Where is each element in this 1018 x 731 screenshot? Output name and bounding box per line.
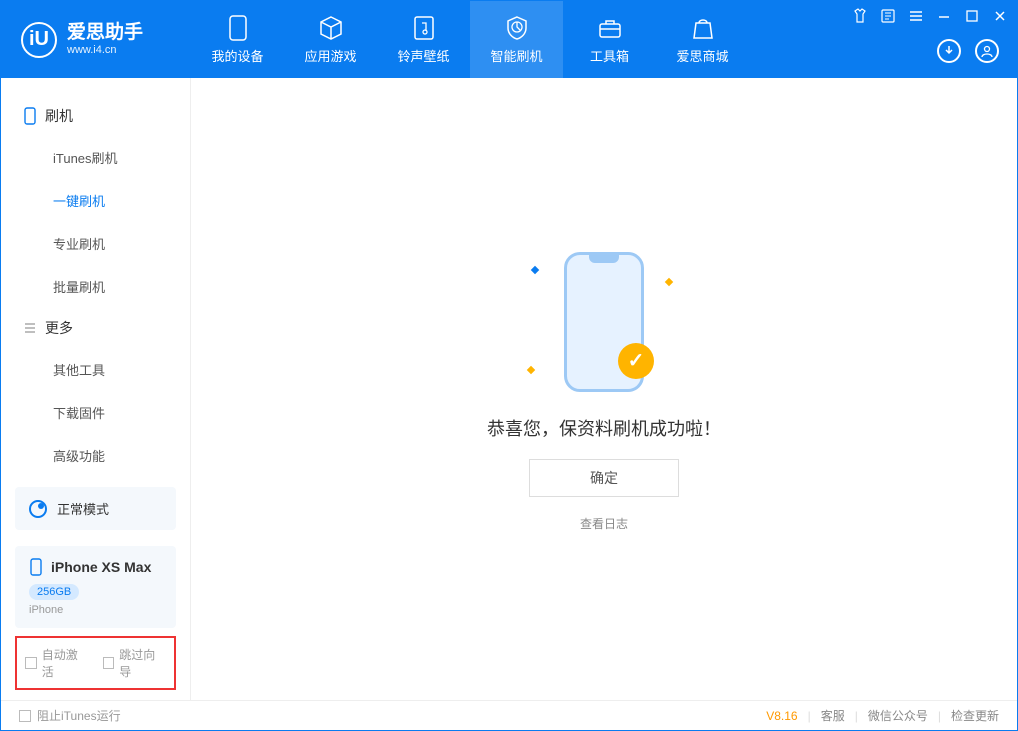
footer-right: V8.16 | 客服 | 微信公众号 | 检查更新	[766, 707, 999, 724]
download-icon[interactable]	[937, 39, 961, 63]
minimize-button[interactable]	[935, 7, 953, 25]
header: iU 爱思助手 www.i4.cn 我的设备 应用游戏 铃声壁纸 智能刷机	[1, 1, 1017, 78]
bottom-options-highlight: 自动激活 跳过向导	[15, 636, 176, 690]
group-label: 刷机	[45, 106, 73, 126]
sidebar-item-itunes-flash[interactable]: iTunes刷机	[1, 136, 190, 179]
maximize-button[interactable]	[963, 7, 981, 25]
checkbox-label: 跳过向导	[119, 646, 166, 680]
checkbox-label: 阻止iTunes运行	[37, 707, 121, 724]
sidebar-item-onekey-flash[interactable]: 一键刷机	[1, 179, 190, 222]
toolbox-icon	[596, 14, 624, 42]
list-icon	[23, 321, 37, 335]
tab-label: 工具箱	[590, 46, 629, 65]
success-text: 恭喜您，保资料刷机成功啦！	[487, 415, 721, 441]
check-badge-icon: ✓	[618, 343, 654, 379]
tab-store[interactable]: 爱思商城	[656, 1, 749, 78]
app-url: www.i4.cn	[67, 44, 143, 56]
music-icon	[410, 14, 438, 42]
separator: |	[855, 709, 858, 723]
app-title: 爱思助手	[67, 23, 143, 44]
checkbox-block-itunes[interactable]: 阻止iTunes运行	[19, 707, 121, 724]
main-content: ✓ 恭喜您，保资料刷机成功啦！ 确定 查看日志	[191, 78, 1017, 700]
close-button[interactable]	[991, 7, 1009, 25]
device-card[interactable]: iPhone XS Max 256GB iPhone	[15, 546, 176, 628]
version-label: V8.16	[766, 709, 797, 723]
app-window: iU 爱思助手 www.i4.cn 我的设备 应用游戏 铃声壁纸 智能刷机	[0, 0, 1018, 731]
checkbox-auto-activate[interactable]: 自动激活	[25, 646, 89, 680]
device-type: iPhone	[29, 604, 162, 616]
menu-icon[interactable]	[907, 7, 925, 25]
header-right-icons	[937, 39, 999, 63]
device-phone-icon	[29, 558, 43, 576]
footer: 阻止iTunes运行 V8.16 | 客服 | 微信公众号 | 检查更新	[1, 700, 1017, 730]
shield-icon	[503, 14, 531, 42]
group-label: 更多	[45, 318, 73, 338]
body: 刷机 iTunes刷机 一键刷机 专业刷机 批量刷机 更多 其他工具 下载固件 …	[1, 78, 1017, 700]
footer-link-wechat[interactable]: 微信公众号	[868, 707, 928, 724]
feedback-icon[interactable]	[879, 7, 897, 25]
device-name: iPhone XS Max	[51, 559, 151, 575]
logo-text: 爱思助手 www.i4.cn	[67, 23, 143, 56]
tab-smart-flash[interactable]: 智能刷机	[470, 1, 563, 78]
mode-label: 正常模式	[57, 499, 109, 518]
spacer	[1, 477, 190, 479]
logo-icon: iU	[21, 22, 57, 58]
success-illustration: ✓	[514, 247, 694, 397]
tab-label: 智能刷机	[490, 46, 542, 65]
tab-label: 铃声壁纸	[397, 46, 449, 65]
separator: |	[808, 709, 811, 723]
tab-label: 爱思商城	[676, 46, 728, 65]
sidebar-item-download-firmware[interactable]: 下载固件	[1, 391, 190, 434]
sparkle-icon	[531, 265, 539, 273]
sidebar-item-batch-flash[interactable]: 批量刷机	[1, 265, 190, 308]
sparkle-icon	[527, 365, 535, 373]
mode-icon	[29, 500, 47, 518]
checkbox-label: 自动激活	[42, 646, 89, 680]
tab-toolbox[interactable]: 工具箱	[563, 1, 656, 78]
confirm-button[interactable]: 确定	[529, 459, 679, 497]
mode-card[interactable]: 正常模式	[15, 487, 176, 530]
checkbox-icon	[103, 657, 115, 669]
sidebar-group-flash: 刷机	[1, 96, 190, 136]
view-log-link[interactable]: 查看日志	[580, 515, 628, 532]
tab-label: 应用游戏	[304, 46, 356, 65]
sparkle-icon	[665, 277, 673, 285]
device-name-row: iPhone XS Max	[29, 558, 162, 576]
tab-ringtone-wallpaper[interactable]: 铃声壁纸	[377, 1, 470, 78]
user-icon[interactable]	[975, 39, 999, 63]
sidebar-item-advanced[interactable]: 高级功能	[1, 434, 190, 477]
sidebar: 刷机 iTunes刷机 一键刷机 专业刷机 批量刷机 更多 其他工具 下载固件 …	[1, 78, 191, 700]
window-controls	[851, 7, 1009, 25]
logo-area: iU 爱思助手 www.i4.cn	[1, 1, 191, 78]
footer-link-check-update[interactable]: 检查更新	[951, 707, 999, 724]
bag-icon	[689, 14, 717, 42]
sidebar-group-more: 更多	[1, 308, 190, 348]
tab-app-games[interactable]: 应用游戏	[284, 1, 377, 78]
phone-notch	[589, 255, 619, 263]
sidebar-item-other-tools[interactable]: 其他工具	[1, 348, 190, 391]
device-storage-badge: 256GB	[29, 584, 79, 600]
separator: |	[938, 709, 941, 723]
phone-outline-icon	[23, 107, 37, 125]
cube-icon	[317, 14, 345, 42]
checkbox-icon	[25, 657, 37, 669]
sidebar-item-pro-flash[interactable]: 专业刷机	[1, 222, 190, 265]
checkbox-skip-wizard[interactable]: 跳过向导	[103, 646, 167, 680]
shirt-icon[interactable]	[851, 7, 869, 25]
footer-link-service[interactable]: 客服	[821, 707, 845, 724]
device-icon	[224, 14, 252, 42]
tab-label: 我的设备	[211, 46, 263, 65]
checkbox-icon	[19, 710, 31, 722]
tab-my-device[interactable]: 我的设备	[191, 1, 284, 78]
